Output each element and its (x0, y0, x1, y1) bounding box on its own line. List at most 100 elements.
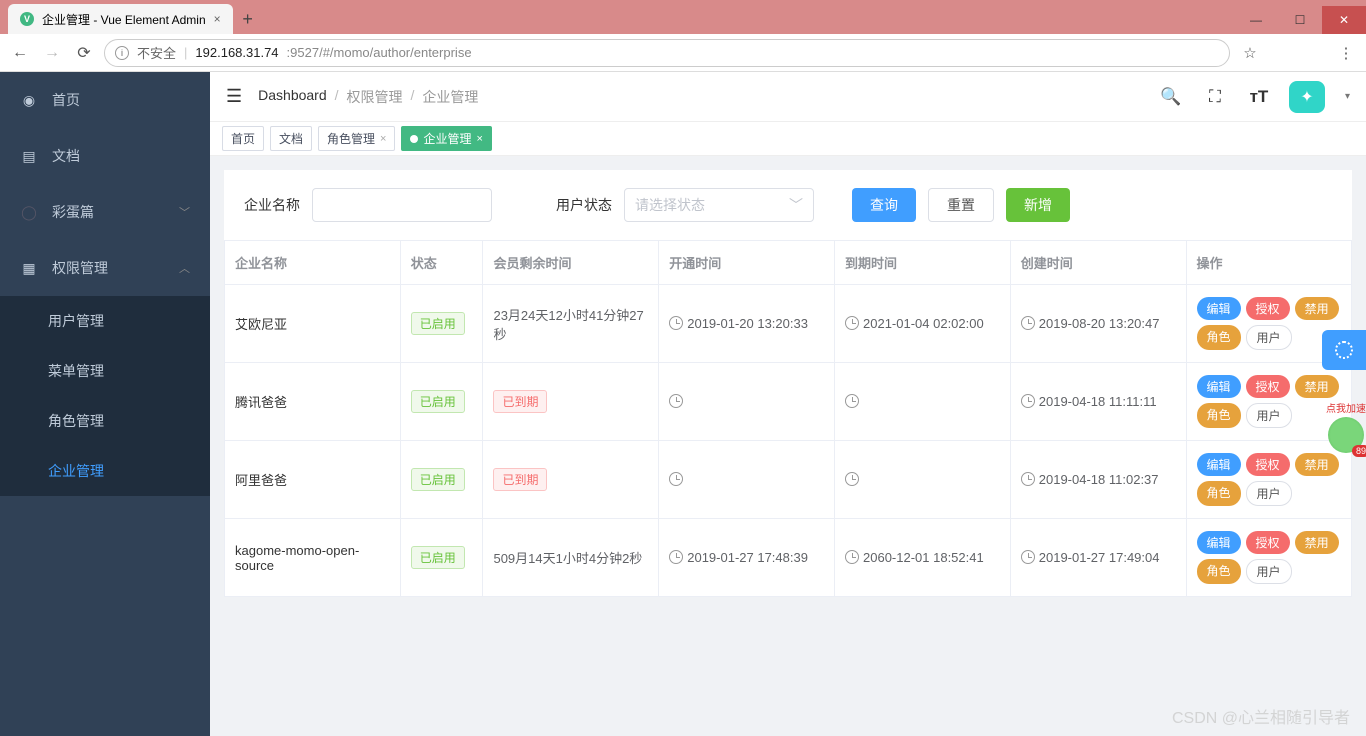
status-select[interactable]: 请选择状态 ﹀ (624, 188, 814, 222)
th-create: 创建时间 (1010, 241, 1186, 285)
cell-name: 腾讯爸爸 (225, 363, 401, 441)
profile-dropdown-icon[interactable]: ▾ (1345, 91, 1350, 102)
clock-icon (669, 316, 683, 330)
th-ops: 操作 (1186, 241, 1351, 285)
fullscreen-icon[interactable]: ⛶ (1201, 87, 1229, 107)
op-auth[interactable]: 授权 (1246, 297, 1290, 320)
reset-button[interactable]: 重置 (928, 188, 994, 222)
add-button[interactable]: 新增 (1006, 188, 1070, 222)
sidebar-item-auth[interactable]: ▦ 权限管理 ︿ (0, 240, 210, 296)
op-user[interactable]: 用户 (1246, 559, 1292, 584)
query-button[interactable]: 查询 (852, 188, 916, 222)
app-root: ◉ 首页 ▤ 文档 ◯ 彩蛋篇 ﹀ ▦ 权限管理 ︿ 用户管理 菜单管理 角色管… (0, 72, 1366, 736)
clock-icon (845, 394, 859, 408)
cell-status: 已启用 (400, 519, 483, 597)
status-placeholder: 请选择状态 (635, 195, 705, 215)
op-edit[interactable]: 编辑 (1197, 453, 1241, 476)
op-disable[interactable]: 禁用 (1295, 453, 1339, 476)
cell-create: 2019-08-20 13:20:47 (1010, 285, 1186, 363)
crumb-dashboard[interactable]: Dashboard (258, 87, 327, 107)
address-bar: ← → ⟳ i 不安全 | 192.168.31.74:9527/#/momo/… (0, 34, 1366, 72)
op-disable[interactable]: 禁用 (1295, 375, 1339, 398)
op-edit[interactable]: 编辑 (1197, 297, 1241, 320)
tag-docs[interactable]: 文档 (270, 126, 312, 151)
cell-name: 阿里爸爸 (225, 441, 401, 519)
clock-icon (669, 472, 683, 486)
sidebar-item-docs[interactable]: ▤ 文档 (0, 128, 210, 184)
table-row: 阿里爸爸 已启用 已到期 2019-04-18 11:02:37 编辑 授权 禁… (225, 441, 1352, 519)
table-row: 腾讯爸爸 已启用 已到期 2019-04-18 11:11:11 编辑 授权 禁… (225, 363, 1352, 441)
op-edit[interactable]: 编辑 (1197, 531, 1241, 554)
content: 企业名称 用户状态 请选择状态 ﹀ 查询 重置 新增 (210, 156, 1366, 736)
cell-open: 2019-01-27 17:48:39 (659, 519, 835, 597)
back-button[interactable]: ← (8, 44, 32, 62)
url-input[interactable]: i 不安全 | 192.168.31.74:9527/#/momo/author… (104, 39, 1230, 67)
sidebar-sub-user[interactable]: 用户管理 (0, 296, 210, 346)
textsize-icon[interactable]: ᴛT (1245, 87, 1273, 107)
sidebar-label: 权限管理 (52, 258, 108, 278)
panel: 企业名称 用户状态 请选择状态 ﹀ 查询 重置 新增 (224, 170, 1352, 597)
clock-icon (845, 550, 859, 564)
reload-button[interactable]: ⟳ (72, 43, 96, 63)
op-user[interactable]: 用户 (1246, 403, 1292, 428)
sidebar-label: 文档 (52, 146, 80, 166)
status-tag: 已启用 (411, 468, 465, 491)
search-icon[interactable]: 🔍 (1157, 87, 1185, 107)
op-disable[interactable]: 禁用 (1295, 297, 1339, 320)
op-user[interactable]: 用户 (1246, 325, 1292, 350)
maximize-button[interactable]: ☐ (1278, 6, 1322, 34)
cell-ops: 编辑 授权 禁用 角色 用户 (1186, 519, 1351, 597)
table-row: 艾欧尼亚 已启用 23月24天12小时41分钟27秒 2019-01-20 13… (225, 285, 1352, 363)
clock-icon (1021, 472, 1035, 486)
minimize-button[interactable]: — (1234, 6, 1278, 34)
star-icon[interactable]: ☆ (1238, 44, 1262, 62)
status-tag: 已启用 (411, 390, 465, 413)
cell-remain: 已到期 (483, 441, 659, 519)
cell-create: 2019-04-18 11:11:11 (1010, 363, 1186, 441)
settings-drawer-button[interactable] (1322, 330, 1366, 370)
tag-home[interactable]: 首页 (222, 126, 264, 151)
speed-widget[interactable]: 点我加速 89 (1326, 400, 1366, 455)
menu-icon[interactable]: ⋮ (1334, 44, 1358, 62)
favicon-icon: V (20, 12, 34, 26)
sidebar-sub-menu[interactable]: 菜单管理 (0, 346, 210, 396)
main: ☰ Dashboard / 权限管理 / 企业管理 🔍 ⛶ ᴛT ✦ ▾ 首页 … (210, 72, 1366, 736)
op-disable[interactable]: 禁用 (1295, 531, 1339, 554)
op-auth[interactable]: 授权 (1246, 375, 1290, 398)
op-role[interactable]: 角色 (1197, 403, 1241, 428)
op-role[interactable]: 角色 (1197, 481, 1241, 506)
theme-button[interactable]: ✦ (1289, 81, 1325, 113)
op-auth[interactable]: 授权 (1246, 453, 1290, 476)
browser-tab[interactable]: V 企业管理 - Vue Element Admin × (8, 4, 233, 34)
sidebar-sub-enterprise[interactable]: 企业管理 (0, 446, 210, 496)
cell-remain: 509月14天1小时4分钟2秒 (483, 519, 659, 597)
op-auth[interactable]: 授权 (1246, 531, 1290, 554)
dashboard-icon: ◉ (20, 92, 38, 109)
op-user[interactable]: 用户 (1246, 481, 1292, 506)
tag-role[interactable]: 角色管理× (318, 126, 395, 151)
tab-close-icon[interactable]: × (214, 12, 221, 26)
name-label: 企业名称 (244, 195, 300, 215)
hamburger-icon[interactable]: ☰ (226, 86, 242, 107)
status-tag: 已启用 (411, 546, 465, 569)
sidebar-item-home[interactable]: ◉ 首页 (0, 72, 210, 128)
op-edit[interactable]: 编辑 (1197, 375, 1241, 398)
close-window-button[interactable]: ✕ (1322, 6, 1366, 34)
new-tab-button[interactable]: + (233, 4, 263, 34)
tag-enterprise[interactable]: 企业管理× (401, 126, 491, 151)
cell-name: 艾欧尼亚 (225, 285, 401, 363)
close-icon[interactable]: × (477, 133, 483, 145)
name-input[interactable] (312, 188, 492, 222)
close-icon[interactable]: × (380, 133, 386, 145)
sidebar-sub-role[interactable]: 角色管理 (0, 396, 210, 446)
op-role[interactable]: 角色 (1197, 325, 1241, 350)
cell-status: 已启用 (400, 441, 483, 519)
cell-name: kagome-momo-open-source (225, 519, 401, 597)
sidebar-item-egg[interactable]: ◯ 彩蛋篇 ﹀ (0, 184, 210, 240)
grid-icon: ▦ (20, 260, 38, 277)
cell-remain: 已到期 (483, 363, 659, 441)
forward-button[interactable]: → (40, 44, 64, 62)
op-role[interactable]: 角色 (1197, 559, 1241, 584)
sidebar-label: 首页 (52, 90, 80, 110)
status-tag: 已启用 (411, 312, 465, 335)
